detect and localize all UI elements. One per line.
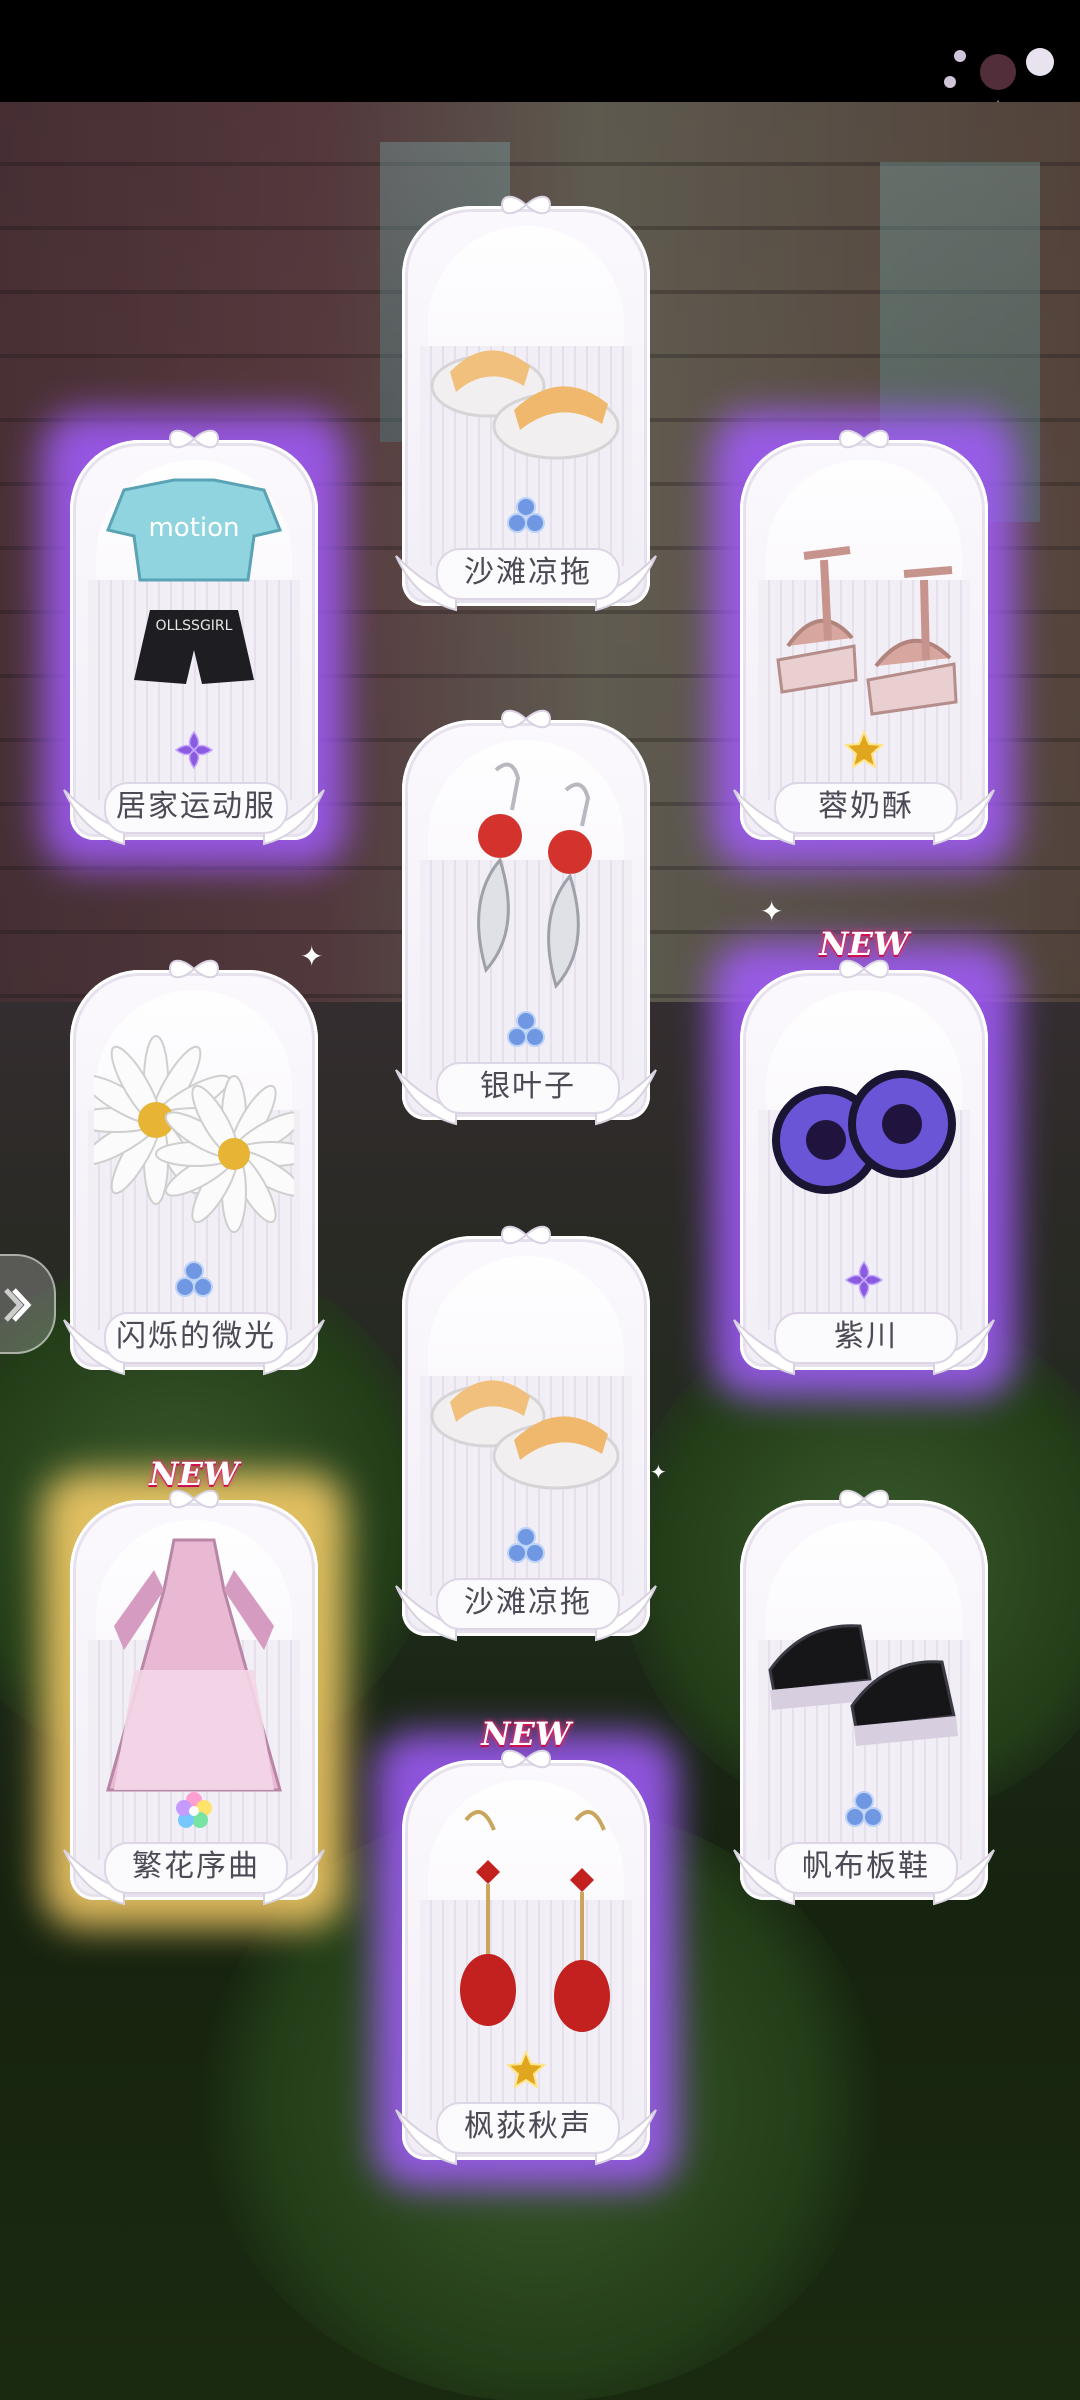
side-nav-button[interactable] bbox=[0, 1254, 56, 1354]
svg-text:OLLSSGIRL: OLLSSGIRL bbox=[156, 618, 233, 634]
item-name-label: 沙滩凉拖 bbox=[436, 548, 620, 600]
double-chevron-icon bbox=[4, 1288, 32, 1322]
bow-icon bbox=[838, 1489, 890, 1509]
bow-icon bbox=[838, 429, 890, 449]
item-name-label: 繁花序曲 bbox=[104, 1842, 288, 1894]
item-earrings-red-icon bbox=[426, 1790, 626, 2060]
reward-card[interactable]: 银叶子 bbox=[392, 709, 660, 1130]
bow-icon bbox=[500, 195, 552, 215]
new-badge: NEW bbox=[819, 925, 909, 963]
item-name-label: 银叶子 bbox=[436, 1062, 620, 1114]
reward-card[interactable]: 沙滩凉拖 bbox=[392, 1225, 660, 1646]
reward-card[interactable]: 沙滩凉拖 bbox=[392, 195, 660, 616]
item-daisy-icon bbox=[71, 1000, 313, 1270]
item-outfit-icon: motion OLLSSGIRL bbox=[94, 470, 294, 740]
item-name-label: 枫荻秋声 bbox=[436, 2102, 620, 2154]
sparkle: ✦ bbox=[650, 1460, 667, 1484]
reward-card[interactable]: 闪烁的微光 bbox=[60, 959, 328, 1380]
top-status-bar bbox=[0, 0, 1080, 110]
star-flower-icon bbox=[944, 48, 1054, 110]
bow-icon bbox=[168, 429, 220, 449]
item-slides-icon bbox=[426, 236, 626, 506]
item-earrings-leaf-icon bbox=[426, 750, 626, 1020]
sparkle: ✦ bbox=[760, 895, 784, 928]
reward-card[interactable]: 帆布板鞋 bbox=[730, 1489, 998, 1910]
reward-card[interactable]: 繁花序曲 NEW bbox=[60, 1455, 328, 1910]
item-lenses-icon bbox=[764, 1000, 964, 1270]
item-slides-icon bbox=[426, 1266, 626, 1536]
reward-card[interactable]: 蓉奶酥 bbox=[730, 429, 998, 850]
bow-icon bbox=[500, 1225, 552, 1245]
new-badge: NEW bbox=[481, 1715, 571, 1753]
item-name-label: 帆布板鞋 bbox=[774, 1842, 958, 1894]
new-badge: NEW bbox=[149, 1455, 239, 1493]
item-name-label: 紫川 bbox=[774, 1312, 958, 1364]
sparkle: ✦ bbox=[300, 940, 324, 973]
reward-card[interactable]: motion OLLSSGIRL 居家运动服 bbox=[60, 429, 328, 850]
item-name-label: 沙滩凉拖 bbox=[436, 1578, 620, 1630]
item-sandals-icon bbox=[764, 470, 964, 740]
item-dress-icon bbox=[94, 1530, 294, 1800]
item-name-label: 蓉奶酥 bbox=[774, 782, 958, 834]
item-name-label: 居家运动服 bbox=[104, 782, 288, 834]
bow-icon bbox=[500, 709, 552, 729]
reward-card[interactable]: 枫荻秋声 NEW bbox=[392, 1715, 660, 2170]
item-sneakers-icon bbox=[764, 1530, 964, 1800]
reward-card[interactable]: 紫川 NEW bbox=[730, 925, 998, 1380]
svg-text:motion: motion bbox=[148, 513, 239, 543]
item-name-label: 闪烁的微光 bbox=[104, 1312, 288, 1364]
bow-icon bbox=[168, 959, 220, 979]
